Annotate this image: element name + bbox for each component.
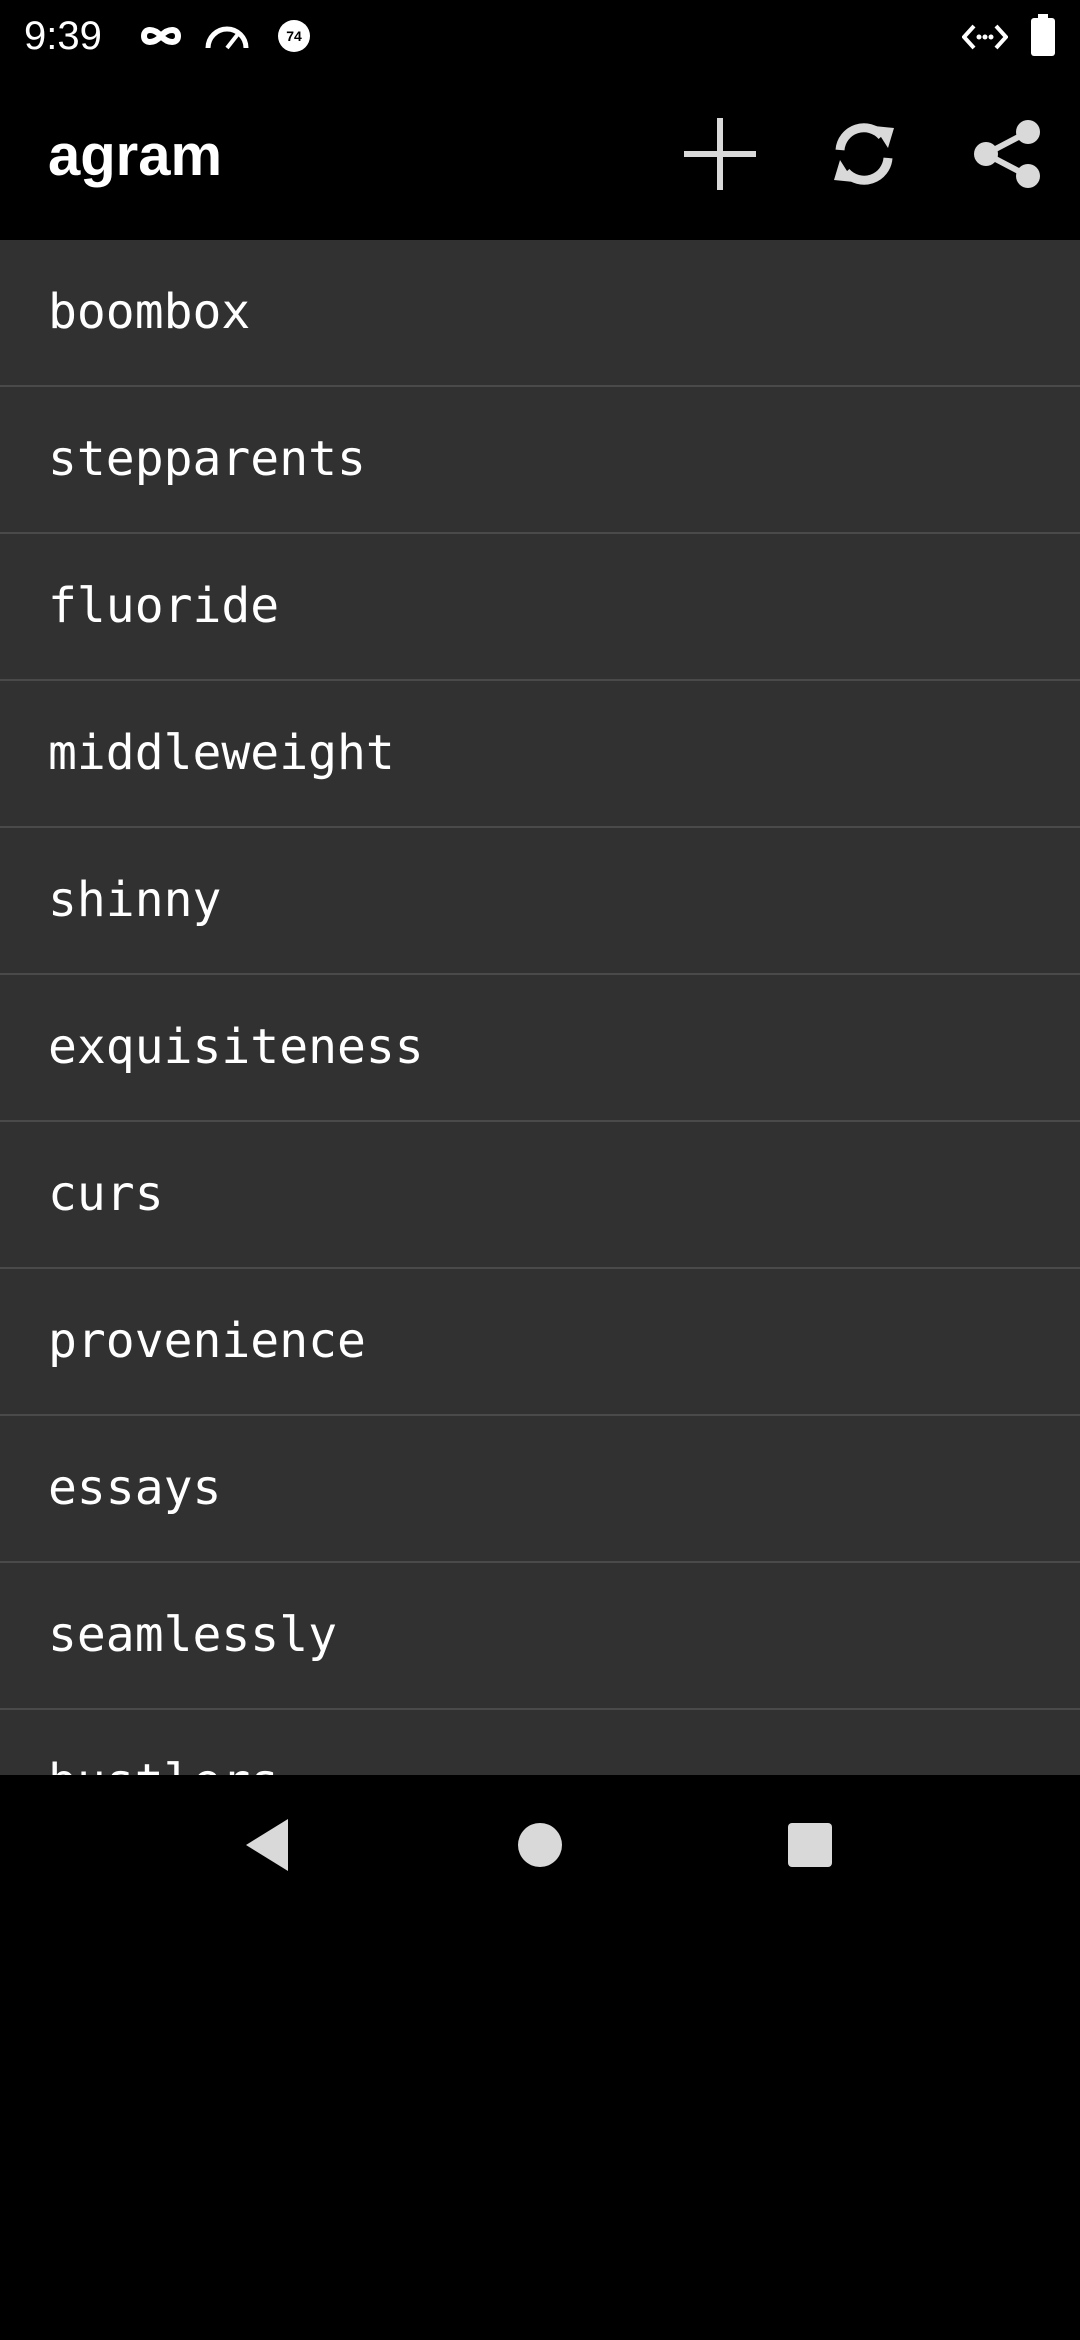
list-item[interactable]: essays — [0, 1416, 1080, 1563]
list-item[interactable]: provenience — [0, 1269, 1080, 1416]
refresh-button[interactable] — [816, 108, 912, 204]
word-label: provenience — [48, 1313, 366, 1369]
home-icon — [516, 1821, 564, 1874]
word-label: boombox — [48, 284, 251, 340]
word-label: shinny — [48, 872, 222, 928]
word-label: curs — [48, 1166, 164, 1222]
word-label: exquisiteness — [48, 1019, 424, 1075]
code-icon — [961, 22, 1009, 57]
list-item[interactable]: seamlessly — [0, 1563, 1080, 1710]
list-item[interactable]: bustlers — [0, 1710, 1080, 1775]
word-label: seamlessly — [48, 1607, 337, 1663]
word-list[interactable]: boombox stepparents fluoride middleweigh… — [0, 240, 1080, 1775]
word-label: essays — [48, 1460, 222, 1516]
list-item[interactable]: curs — [0, 1122, 1080, 1269]
empty-area — [0, 1920, 1080, 2340]
refresh-icon — [828, 118, 900, 195]
navigation-bar — [0, 1775, 1080, 1920]
home-button[interactable] — [492, 1799, 588, 1895]
back-button[interactable] — [220, 1799, 316, 1895]
badge-number: 74 — [286, 28, 302, 44]
app-title: agram — [48, 123, 223, 188]
app-bar: agram — [0, 72, 1080, 240]
share-icon — [972, 118, 1044, 195]
battery-icon — [1030, 14, 1056, 61]
word-label: bustlers — [48, 1710, 279, 1775]
share-button[interactable] — [960, 108, 1056, 204]
back-icon — [242, 1817, 294, 1878]
plus-icon — [682, 116, 758, 197]
list-item[interactable]: fluoride — [0, 534, 1080, 681]
list-item[interactable]: stepparents — [0, 387, 1080, 534]
list-item[interactable]: shinny — [0, 828, 1080, 975]
word-label: stepparents — [48, 431, 366, 487]
list-item[interactable]: exquisiteness — [0, 975, 1080, 1122]
status-time: 9:39 — [24, 14, 102, 58]
speedometer-icon — [204, 20, 250, 57]
list-item[interactable]: middleweight — [0, 681, 1080, 828]
recents-icon — [787, 1822, 833, 1873]
recents-button[interactable] — [762, 1799, 858, 1895]
incognito-icon — [140, 20, 182, 57]
status-bar: 9:39 74 — [0, 0, 1080, 72]
notification-74-icon: 74 — [276, 18, 312, 59]
word-label: middleweight — [48, 725, 395, 781]
list-item[interactable]: boombox — [0, 240, 1080, 387]
word-label: fluoride — [48, 578, 280, 634]
add-button[interactable] — [672, 108, 768, 204]
